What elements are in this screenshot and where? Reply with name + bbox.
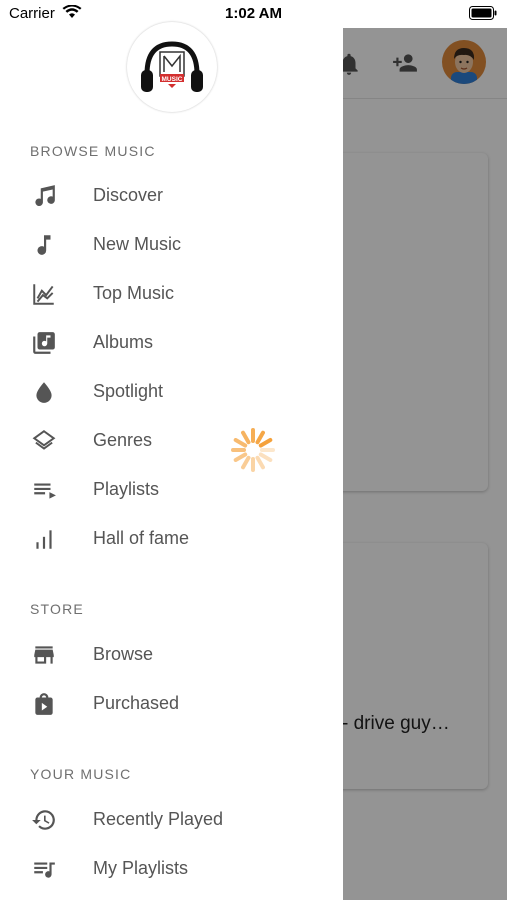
menu-item-purchased[interactable]: Purchased bbox=[0, 679, 343, 728]
section-title-store: STORE bbox=[30, 601, 84, 617]
navigation-drawer: MUSIC BROWSE MUSIC Discover New Music To… bbox=[0, 0, 343, 900]
status-bar: Carrier 1:02 AM bbox=[0, 0, 507, 28]
shopping-bag-icon bbox=[31, 691, 57, 717]
layers-icon bbox=[31, 428, 57, 454]
menu-item-my-playlists[interactable]: My Playlists bbox=[0, 844, 343, 893]
menu-item-spotlight[interactable]: Spotlight bbox=[0, 367, 343, 416]
store-icon bbox=[31, 642, 57, 668]
bar-chart-icon bbox=[31, 526, 57, 552]
menu-label: Browse bbox=[93, 644, 154, 664]
menu-item-hall-of-fame[interactable]: Hall of fame bbox=[0, 514, 343, 563]
menu-item-recently-played[interactable]: Recently Played bbox=[0, 795, 343, 844]
menu-label: My Playlists bbox=[93, 858, 189, 878]
playlist-play-icon bbox=[31, 477, 57, 503]
menu-item-new-music[interactable]: New Music bbox=[0, 220, 343, 269]
spinner-spoke bbox=[233, 438, 248, 448]
spinner-spoke bbox=[255, 455, 265, 470]
spinner-spoke bbox=[233, 452, 248, 462]
spinner-spoke bbox=[255, 430, 265, 445]
music-notes-icon bbox=[31, 183, 57, 209]
spinner-spoke bbox=[258, 452, 273, 462]
menu-item-browse[interactable]: Browse bbox=[0, 630, 343, 679]
spinner-spoke bbox=[241, 430, 251, 445]
menu-item-albums[interactable]: Albums bbox=[0, 318, 343, 367]
menu-label: Top Music bbox=[93, 283, 175, 303]
menu-label: Playlists bbox=[93, 479, 160, 499]
menu-label: Purchased bbox=[93, 693, 180, 713]
status-time: 1:02 AM bbox=[225, 5, 282, 22]
menu-label: Discover bbox=[93, 185, 164, 205]
menu-label: Genres bbox=[93, 430, 153, 450]
spinner-spoke bbox=[258, 438, 273, 448]
drop-icon bbox=[31, 379, 57, 405]
trending-chart-icon bbox=[31, 281, 57, 307]
menu-label: Recently Played bbox=[93, 809, 224, 829]
album-library-icon bbox=[31, 330, 57, 356]
menu-label: Hall of fame bbox=[93, 528, 190, 548]
section-title-your-music: YOUR MUSIC bbox=[30, 766, 132, 782]
music-logo[interactable]: MUSIC bbox=[127, 22, 217, 112]
menu-item-discover[interactable]: Discover bbox=[0, 171, 343, 220]
menu-label: Spotlight bbox=[93, 381, 164, 401]
spinner-spoke bbox=[241, 455, 251, 470]
menu-item-genres[interactable]: Genres bbox=[0, 416, 343, 465]
menu-label: Albums bbox=[93, 332, 154, 352]
menu-label: New Music bbox=[93, 234, 182, 254]
playlist-music-icon bbox=[31, 856, 57, 882]
section-title-browse-music: BROWSE MUSIC bbox=[30, 143, 156, 159]
logo-text: MUSIC bbox=[162, 76, 183, 83]
loading-spinner-icon bbox=[230, 427, 276, 478]
music-note-icon bbox=[31, 232, 57, 258]
battery-icon bbox=[469, 6, 497, 25]
menu-item-playlists[interactable]: Playlists bbox=[0, 465, 343, 514]
history-icon bbox=[31, 807, 57, 833]
menu-item-top-music[interactable]: Top Music bbox=[0, 269, 343, 318]
